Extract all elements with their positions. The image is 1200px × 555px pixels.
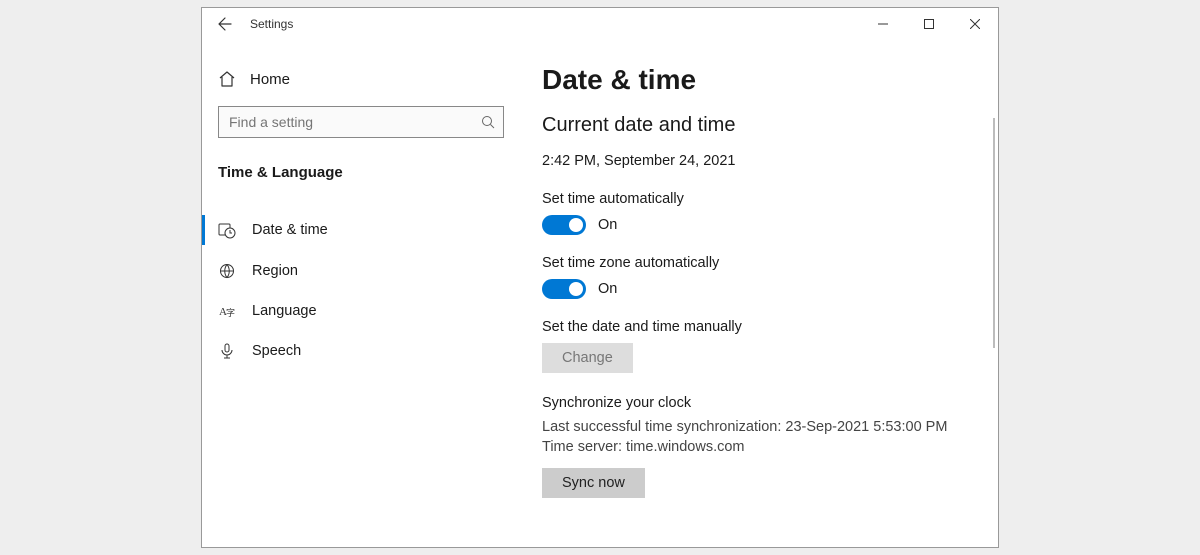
minimize-button[interactable] [860, 8, 906, 40]
window-title: Settings [250, 17, 293, 31]
globe-icon [218, 263, 236, 279]
sync-heading: Synchronize your clock [542, 395, 976, 411]
search-input[interactable] [229, 114, 481, 130]
toggle-state: On [598, 217, 617, 233]
page-title: Date & time [542, 64, 976, 96]
home-nav[interactable]: Home [202, 60, 520, 98]
sidebar-item-date-time[interactable]: Date & time [202, 209, 520, 251]
nav-label: Speech [252, 343, 301, 359]
home-label: Home [250, 71, 290, 88]
sidebar-item-region[interactable]: Region [202, 251, 520, 291]
set-tz-auto-label: Set time zone automatically [542, 255, 976, 271]
minimize-icon [878, 19, 888, 29]
search-box[interactable] [218, 106, 504, 138]
scrollbar[interactable] [993, 118, 995, 348]
set-time-auto-label: Set time automatically [542, 191, 976, 207]
change-button[interactable]: Change [542, 343, 633, 373]
close-icon [970, 19, 980, 29]
sidebar: Home Time & Language Date & time [202, 40, 520, 547]
set-time-auto-toggle[interactable] [542, 215, 586, 235]
sidebar-section-title: Time & Language [202, 156, 520, 195]
svg-text:字: 字 [226, 307, 235, 318]
arrow-left-icon [217, 16, 233, 32]
nav-label: Date & time [252, 222, 328, 238]
toggle-state: On [598, 281, 617, 297]
set-tz-auto-toggle[interactable] [542, 279, 586, 299]
main-content: Date & time Current date and time 2:42 P… [520, 40, 998, 547]
clock-calendar-icon [218, 221, 236, 239]
sync-last: Last successful time synchronization: 23… [542, 417, 976, 437]
nav-label: Region [252, 263, 298, 279]
sidebar-item-language[interactable]: A字 Language [202, 291, 520, 331]
sync-now-button[interactable]: Sync now [542, 468, 645, 498]
back-button[interactable] [202, 8, 248, 40]
titlebar: Settings [202, 8, 998, 40]
nav-label: Language [252, 303, 317, 319]
window-controls [860, 8, 998, 40]
current-heading: Current date and time [542, 114, 976, 137]
home-icon [218, 70, 236, 88]
search-icon [481, 115, 495, 129]
sidebar-item-speech[interactable]: Speech [202, 331, 520, 371]
toggle-knob [569, 218, 583, 232]
mic-icon [218, 343, 236, 359]
current-datetime: 2:42 PM, September 24, 2021 [542, 153, 976, 169]
close-button[interactable] [952, 8, 998, 40]
language-icon: A字 [218, 303, 236, 319]
manual-label: Set the date and time manually [542, 319, 976, 335]
maximize-icon [924, 19, 934, 29]
settings-window: Settings Home [201, 7, 999, 548]
toggle-knob [569, 282, 583, 296]
maximize-button[interactable] [906, 8, 952, 40]
sync-server: Time server: time.windows.com [542, 437, 976, 457]
